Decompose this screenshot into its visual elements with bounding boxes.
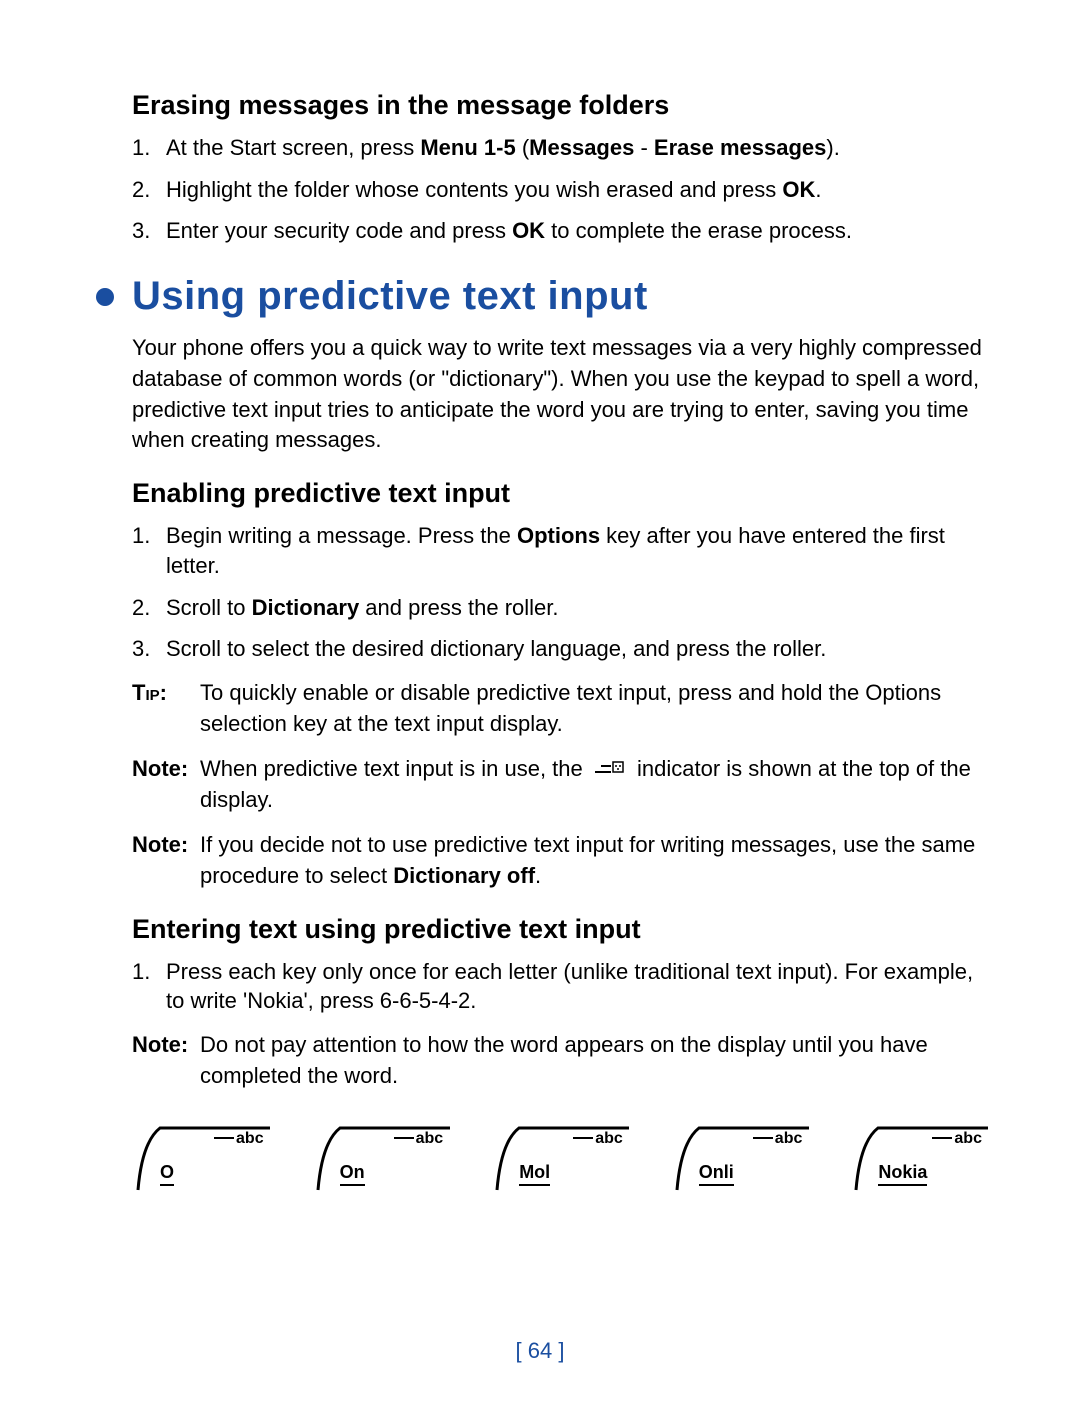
list-text: At the Start screen, press Menu 1-5 (Mes…: [166, 133, 990, 163]
note-row-3: Note: Do not pay attention to how the wo…: [132, 1030, 990, 1092]
text-fragment: When predictive text input is in use, th…: [200, 756, 589, 781]
text-fragment: (: [516, 135, 529, 160]
bullet-icon: [96, 288, 114, 306]
text-fragment: -: [634, 135, 654, 160]
text-bold: Erase messages: [654, 135, 826, 160]
note-text: When predictive text input is in use, th…: [194, 754, 990, 816]
list-item: 2. Highlight the folder whose contents y…: [132, 175, 990, 205]
note-text: If you decide not to use predictive text…: [194, 830, 990, 892]
list-item: 1. Press each key only once for each let…: [132, 957, 990, 1016]
text-fragment: Enter your security code and press: [166, 218, 512, 243]
predictive-example-row: abc O abc On abc Mol abc Onli abc Nokia: [132, 1122, 990, 1192]
predictive-step-1: abc O: [132, 1122, 272, 1192]
list-erasing: 1. At the Start screen, press Menu 1-5 (…: [132, 133, 990, 246]
list-entering: 1. Press each key only once for each let…: [132, 957, 990, 1016]
tip-row: Tip: To quickly enable or disable predic…: [132, 678, 990, 740]
list-number: 2.: [132, 593, 166, 623]
text-fragment: to complete the erase process.: [545, 218, 852, 243]
list-enabling: 1. Begin writing a message. Press the Op…: [132, 521, 990, 664]
list-number: 1.: [132, 957, 166, 1016]
predictive-word: Onli: [699, 1162, 734, 1186]
predictive-step-5: abc Nokia: [850, 1122, 990, 1192]
text-bold: OK: [782, 177, 815, 202]
note-row-1: Note: When predictive text input is in u…: [132, 754, 990, 816]
intro-paragraph: Your phone offers you a quick way to wri…: [132, 333, 990, 456]
text-bold: Messages: [529, 135, 634, 160]
text-fragment: Begin writing a message. Press the: [166, 523, 517, 548]
predictive-word: Mol: [519, 1162, 550, 1186]
list-text: Enter your security code and press OK to…: [166, 216, 990, 246]
subheading-entering: Entering text using predictive text inpu…: [132, 914, 990, 945]
note-label: Note:: [132, 830, 194, 892]
list-number: 3.: [132, 634, 166, 664]
list-text: Press each key only once for each letter…: [166, 957, 990, 1016]
list-item: 3. Enter your security code and press OK…: [132, 216, 990, 246]
text-bold: Menu 1-5: [420, 135, 515, 160]
text-fragment: At the Start screen, press: [166, 135, 420, 160]
text-fragment: .: [535, 863, 541, 888]
abc-indicator: abc: [753, 1130, 803, 1148]
text-fragment: Highlight the folder whose contents you …: [166, 177, 782, 202]
list-item: 1. Begin writing a message. Press the Op…: [132, 521, 990, 580]
text-fragment: .: [815, 177, 821, 202]
section-title: Using predictive text input: [132, 274, 648, 319]
list-number: 1.: [132, 133, 166, 163]
text-bold: OK: [512, 218, 545, 243]
list-text: Begin writing a message. Press the Optio…: [166, 521, 990, 580]
predictive-step-4: abc Onli: [671, 1122, 811, 1192]
predictive-word: On: [340, 1162, 365, 1186]
list-text: Scroll to Dictionary and press the rolle…: [166, 593, 990, 623]
list-number: 1.: [132, 521, 166, 580]
abc-indicator: abc: [394, 1130, 444, 1148]
section-title-row: Using predictive text input: [90, 274, 990, 319]
list-number: 3.: [132, 216, 166, 246]
text-fragment: Scroll to select the desired dictionary …: [166, 636, 826, 661]
text-bold: Dictionary off: [393, 863, 535, 888]
text-fragment: If you decide not to use predictive text…: [200, 832, 975, 888]
abc-indicator: abc: [573, 1130, 623, 1148]
predictive-step-2: abc On: [312, 1122, 452, 1192]
note-label: Note:: [132, 754, 194, 816]
tip-label: Tip:: [132, 678, 194, 740]
text-bold: Options: [517, 523, 600, 548]
list-item: 1. At the Start screen, press Menu 1-5 (…: [132, 133, 990, 163]
text-fragment: Scroll to: [166, 595, 252, 620]
note-text: Do not pay attention to how the word app…: [194, 1030, 990, 1092]
text-fragment: ).: [826, 135, 839, 160]
text-bold: Dictionary: [252, 595, 360, 620]
note-label: Note:: [132, 1030, 194, 1092]
tip-text: To quickly enable or disable predictive …: [194, 678, 990, 740]
subheading-erasing: Erasing messages in the message folders: [132, 90, 990, 121]
abc-indicator: abc: [214, 1130, 264, 1148]
predictive-word: Nokia: [878, 1162, 927, 1186]
list-text: Scroll to select the desired dictionary …: [166, 634, 990, 664]
list-text: Highlight the folder whose contents you …: [166, 175, 990, 205]
predictive-word: O: [160, 1162, 174, 1186]
list-number: 2.: [132, 175, 166, 205]
predictive-step-3: abc Mol: [491, 1122, 631, 1192]
list-item: 3. Scroll to select the desired dictiona…: [132, 634, 990, 664]
list-item: 2. Scroll to Dictionary and press the ro…: [132, 593, 990, 623]
predictive-indicator-icon: [593, 754, 627, 785]
text-fragment: and press the roller.: [359, 595, 558, 620]
abc-indicator: abc: [932, 1130, 982, 1148]
subheading-enabling: Enabling predictive text input: [132, 478, 990, 509]
page-number: [ 64 ]: [0, 1338, 1080, 1364]
note-row-2: Note: If you decide not to use predictiv…: [132, 830, 990, 892]
